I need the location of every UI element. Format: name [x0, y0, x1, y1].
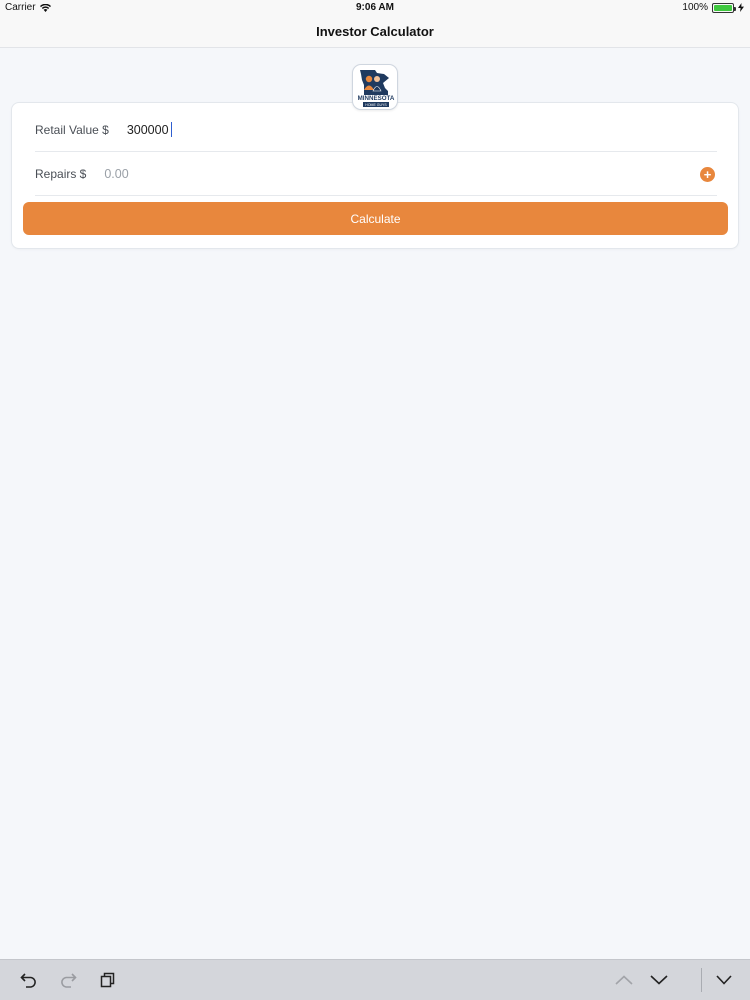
navigation-bar: Investor Calculator	[0, 16, 750, 48]
status-bar: Carrier 9:06 AM 100%	[0, 0, 750, 16]
redo-button[interactable]	[58, 970, 78, 990]
charging-bolt-icon	[738, 3, 744, 12]
undo-icon	[20, 973, 36, 988]
paste-button[interactable]	[98, 970, 118, 990]
add-repairs-button[interactable]: +	[700, 167, 715, 182]
battery-percent: 100%	[682, 2, 708, 13]
plus-icon: +	[703, 167, 712, 182]
app-logo: MINNESOTA HOME GUYS	[352, 64, 398, 110]
paste-icon	[100, 972, 115, 988]
status-battery-group: 100%	[682, 2, 744, 13]
next-field-button[interactable]	[649, 970, 669, 990]
calculator-card: Retail Value $ Repairs $ + Calculate	[11, 102, 739, 249]
calculate-button[interactable]: Calculate	[23, 202, 728, 235]
retail-value-input[interactable]	[126, 122, 527, 137]
hide-keyboard-button[interactable]	[714, 970, 734, 990]
repairs-label: Repairs $	[35, 166, 87, 181]
logo-text-sub: HOME GUYS	[365, 103, 387, 107]
toolbar-divider	[701, 968, 702, 992]
status-time: 9:06 AM	[356, 2, 394, 13]
logo-text-main: MINNESOTA	[358, 95, 395, 102]
chevron-up-icon	[615, 975, 633, 985]
text-caret	[170, 122, 172, 137]
repairs-input[interactable]	[104, 166, 505, 181]
previous-field-button[interactable]	[614, 970, 634, 990]
chevron-down-icon	[650, 975, 668, 985]
undo-button[interactable]	[19, 970, 39, 990]
retail-value-label: Retail Value $	[35, 122, 109, 137]
page-title: Investor Calculator	[316, 24, 434, 39]
battery-icon	[712, 2, 736, 13]
retail-value-row: Retail Value $	[35, 108, 717, 152]
minnesota-logo-icon: MINNESOTA HOME GUYS	[358, 70, 395, 107]
redo-icon	[61, 973, 77, 988]
hide-keyboard-icon	[716, 975, 732, 985]
retail-value-wrap	[126, 122, 527, 137]
keyboard-toolbar	[0, 959, 750, 1000]
repairs-row: Repairs $ +	[35, 152, 717, 196]
